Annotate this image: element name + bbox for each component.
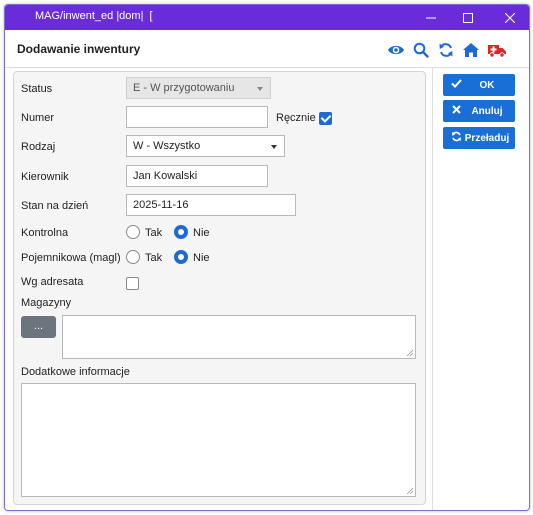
resize-grip-icon[interactable] [406,349,413,356]
pojemnikowa-nie-label: Nie [193,252,210,264]
rodzaj-select[interactable]: W - Wszystko [126,135,285,157]
recznie-label: Ręcznie [276,112,316,124]
pojemnikowa-nie-radio[interactable] [174,250,188,264]
status-select: E - W przygotowaniu [126,77,271,99]
numer-input[interactable] [126,106,268,128]
dodatkowe-label: Dodatkowe informacje [21,366,130,378]
title-bar[interactable]: MAG/inwent_ed |dom| [ [5,5,529,30]
kierownik-input[interactable]: Jan Kowalski [126,165,268,187]
pojemnikowa-tak-label: Tak [145,252,163,264]
stan-na-dzien-label: Stan na dzień [21,200,89,212]
search-icon[interactable] [411,40,431,60]
chevron-down-icon [257,87,263,91]
kierownik-label: Kierownik [21,171,69,183]
page-header: Dodawanie inwentury [5,30,529,68]
rodzaj-label: Rodzaj [21,141,56,153]
anuluj-label: Anuluj [471,105,503,117]
kontrolna-tak-radio[interactable] [126,225,140,239]
resize-grip-icon[interactable] [406,487,413,494]
page-title: Dodawanie inwentury [17,42,141,56]
status-label: Status [21,83,53,95]
kontrolna-nie-radio[interactable] [174,225,188,239]
stan-na-dzien-input[interactable]: 2025-11-16 [126,194,296,216]
dodatkowe-textarea[interactable] [21,383,416,497]
ok-button[interactable]: OK [443,74,515,96]
refresh-icon[interactable] [436,40,456,60]
ambulance-icon[interactable] [487,40,507,60]
window-title: MAG/inwent_ed |dom| [ [35,10,153,22]
numer-label: Numer [21,112,55,124]
przeladuj-button[interactable]: Przeładuj [443,127,515,149]
kontrolna-label: Kontrolna [21,227,69,239]
pojemnikowa-label: Pojemnikowa (magl) [21,252,121,264]
pojemnikowa-tak-radio[interactable] [126,250,140,264]
minimize-icon[interactable] [414,5,448,30]
magazyny-label: Magazyny [21,297,72,309]
eye-icon[interactable] [386,40,406,60]
magazyny-browse-button[interactable]: ... [21,316,56,338]
chevron-down-icon [271,145,277,149]
kontrolna-nie-label: Nie [193,227,210,239]
rodzaj-value: W - Wszystko [133,140,201,152]
recznie-checkbox[interactable] [319,112,332,125]
close-icon [449,105,463,117]
sidebar-divider [432,68,433,510]
anuluj-button[interactable]: Anuluj [443,100,515,122]
refresh-icon [449,131,463,145]
check-icon [449,79,463,91]
ok-label: OK [479,79,495,91]
kontrolna-tak-label: Tak [145,227,163,239]
maximize-icon[interactable] [451,5,485,30]
status-value: E - W przygotowaniu [133,82,235,94]
close-icon[interactable] [493,5,527,30]
przeladuj-label: Przeładuj [464,132,510,144]
wg-adresata-label: Wg adresata [21,276,84,288]
wg-adresata-checkbox[interactable] [126,277,139,290]
magazyny-textarea[interactable] [62,315,416,359]
home-icon[interactable] [461,40,481,60]
